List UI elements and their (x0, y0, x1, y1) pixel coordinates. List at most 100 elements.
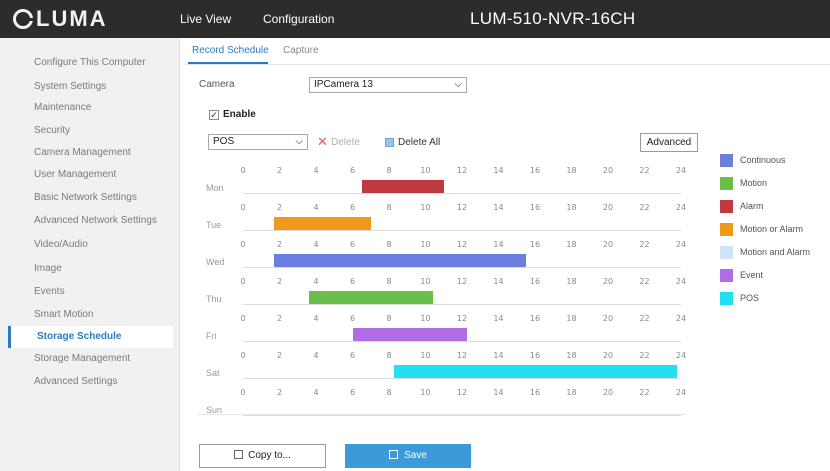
sidebar-item-storage-management[interactable]: Storage Management (0, 348, 173, 370)
sidebar-item-advanced-settings[interactable]: Advanced Settings (0, 371, 173, 393)
hour-tick: 2 (276, 240, 283, 249)
save-button[interactable]: Save (345, 444, 471, 468)
hour-tick: 4 (313, 203, 319, 212)
hour-tick: 16 (529, 351, 541, 360)
save-label: Save (404, 450, 427, 461)
day-timeline[interactable] (243, 267, 681, 268)
hour-tick: 8 (386, 277, 392, 286)
hour-tick: 20 (602, 388, 614, 397)
nav-configuration[interactable]: Configuration (263, 12, 334, 26)
hour-tick: 8 (386, 314, 392, 323)
schedule-segment-alarm[interactable] (361, 180, 444, 193)
tab-record-schedule[interactable]: Record Schedule (192, 45, 269, 56)
schedule-grid[interactable]: Mon 0 2 4 6 8 10 12 14 16 18 20 22 24 Tue 0 2 4 6 8 10 12 14 16… (198, 159, 687, 416)
tab-capture[interactable]: Capture (283, 45, 319, 56)
advanced-button[interactable]: Advanced (640, 133, 698, 152)
hour-tick: 10 (420, 277, 431, 286)
day-timeline[interactable] (243, 304, 681, 305)
hour-tick: 2 (276, 314, 283, 323)
day-label-thu: Thu (206, 294, 222, 304)
schedule-segment-event[interactable] (352, 328, 468, 341)
hour-tick: 8 (386, 203, 392, 212)
enable-checkbox[interactable]: ✓ (209, 110, 219, 120)
day-timeline[interactable] (243, 378, 681, 379)
sidebar-item-camera-management[interactable]: Camera Management (0, 142, 173, 164)
hour-tick: 20 (602, 351, 614, 360)
delete-button[interactable]: Delete (331, 137, 360, 148)
copy-to-button[interactable]: Copy to... (199, 444, 326, 468)
hour-tick: 24 (675, 351, 687, 360)
enable-label: Enable (223, 109, 256, 120)
hour-tick: 6 (349, 351, 356, 360)
hour-tick: 16 (529, 277, 541, 286)
hour-tick: 2 (276, 388, 283, 397)
sidebar-item-storage-schedule[interactable]: Storage Schedule (8, 326, 173, 348)
delete-all-button[interactable]: Delete All (398, 137, 440, 148)
hour-tick: 8 (386, 166, 392, 175)
hour-tick: 12 (456, 388, 468, 397)
hour-tick: 2 (276, 166, 283, 175)
sidebar-item-basic-network-settings[interactable]: Basic Network Settings (0, 187, 173, 209)
hour-tick: 4 (313, 351, 319, 360)
hour-tick: 12 (456, 203, 468, 212)
hour-tick: 4 (313, 314, 319, 323)
brand-name: LUMA (36, 6, 108, 31)
hour-tick: 14 (493, 277, 504, 286)
hour-tick: 10 (420, 240, 431, 249)
delete-icon[interactable]: ✕ (317, 135, 328, 148)
sidebar-item-user-management[interactable]: User Management (0, 164, 173, 186)
hour-tick: 18 (566, 314, 577, 323)
hour-tick: 6 (349, 314, 356, 323)
sidebar-item-security[interactable]: Security (0, 120, 173, 142)
day-timeline[interactable] (243, 193, 681, 194)
hour-tick: 0 (240, 277, 246, 286)
hour-tick: 8 (386, 240, 392, 249)
hour-tick: 12 (456, 166, 468, 175)
sidebar-item-configure-this-computer[interactable]: Configure This Computer (0, 52, 173, 74)
hour-tick: 18 (566, 277, 577, 286)
brand-logo: LUMA (13, 6, 108, 32)
hour-tick: 10 (420, 203, 431, 212)
sidebar-item-system-settings[interactable]: System Settings (0, 76, 173, 98)
camera-select-value: IPCamera 13 (314, 79, 373, 90)
day-timeline[interactable] (243, 341, 681, 342)
camera-select[interactable]: IPCamera 13 ⌵ (309, 77, 467, 93)
sidebar-item-image[interactable]: Image (0, 258, 173, 280)
schedule-segment-motion-or-alarm[interactable] (274, 217, 371, 230)
sidebar-item-advanced-network-settings[interactable]: Advanced Network Settings (0, 210, 173, 232)
sidebar-item-video-audio[interactable]: Video/Audio (0, 234, 173, 256)
hour-tick: 8 (386, 388, 392, 397)
hour-tick: 14 (493, 240, 504, 249)
hour-tick: 22 (639, 351, 650, 360)
hour-tick: 18 (566, 203, 577, 212)
day-timeline[interactable] (243, 230, 681, 231)
day-label-wed: Wed (206, 257, 225, 267)
hour-tick: 18 (566, 240, 577, 249)
schedule-segment-motion[interactable] (308, 291, 433, 304)
schedule-segment-pos[interactable] (394, 365, 678, 378)
sidebar-item-events[interactable]: Events (0, 281, 173, 303)
schedule-segment-continuous[interactable] (274, 254, 526, 267)
hour-tick: 14 (493, 351, 504, 360)
hour-tick: 8 (386, 351, 392, 360)
hour-tick: 12 (456, 314, 468, 323)
hour-tick: 14 (493, 314, 504, 323)
chevron-down-icon: ⌵ (454, 79, 462, 90)
chevron-down-icon: ⌵ (295, 136, 303, 147)
day-timeline[interactable] (243, 415, 681, 416)
hour-tick: 6 (349, 277, 356, 286)
hour-tick: 4 (313, 166, 319, 175)
hour-tick: 2 (276, 203, 283, 212)
sidebar-item-maintenance[interactable]: Maintenance (0, 97, 173, 119)
sidebar-item-smart-motion[interactable]: Smart Motion (0, 304, 173, 326)
hour-tick: 24 (675, 240, 687, 249)
nav-live-view[interactable]: Live View (180, 12, 231, 26)
record-type-select[interactable]: POS ⌵ (208, 134, 308, 150)
hour-tick: 22 (639, 388, 650, 397)
hour-tick: 24 (675, 314, 687, 323)
camera-label: Camera (199, 79, 235, 90)
hour-tick: 10 (420, 166, 431, 175)
delete-all-icon[interactable] (385, 138, 394, 147)
hour-tick: 0 (240, 388, 246, 397)
hour-tick: 14 (493, 388, 504, 397)
